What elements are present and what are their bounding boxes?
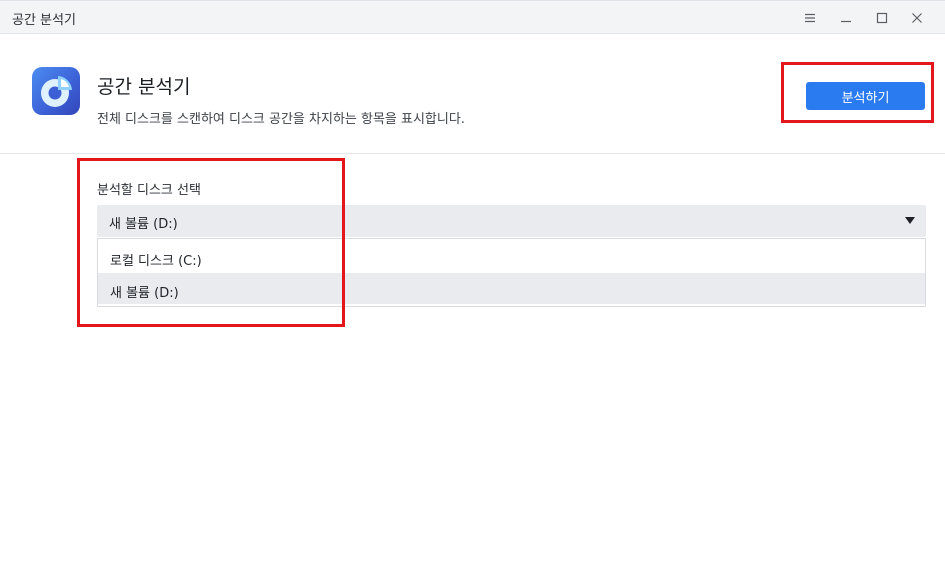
disk-select[interactable]: 새 볼륨 (D:) <box>97 205 926 237</box>
menu-icon[interactable] <box>795 4 825 32</box>
disk-dropdown-list: 로컬 디스크 (C:) 새 볼륨 (D:) <box>97 238 926 307</box>
page-subtitle: 전체 디스크를 스캔하여 디스크 공간을 차지하는 항목을 표시합니다. <box>97 112 465 127</box>
option-label: 로컬 디스크 (C:) <box>110 254 202 269</box>
close-icon[interactable] <box>902 4 932 32</box>
disk-select-value: 새 볼륨 (D:) <box>109 217 178 232</box>
page-header: 공간 분석기 전체 디스크를 스캔하여 디스크 공간을 차지하는 항목을 표시합… <box>0 34 945 154</box>
disk-select-label: 분석할 디스크 선택 <box>97 183 201 198</box>
dropdown-option-d-drive[interactable]: 새 볼륨 (D:) <box>98 273 925 304</box>
title-bar: 공간 분석기 <box>0 0 945 34</box>
maximize-icon[interactable] <box>867 4 897 32</box>
dropdown-option-c-drive[interactable]: 로컬 디스크 (C:) <box>98 241 925 272</box>
analyze-button[interactable]: 분석하기 <box>806 82 925 110</box>
window-title: 공간 분석기 <box>12 13 76 28</box>
minimize-icon[interactable] <box>831 4 861 32</box>
option-label: 새 볼륨 (D:) <box>110 286 179 301</box>
space-analyzer-app-icon <box>32 67 80 115</box>
caret-down-icon <box>905 217 915 224</box>
page-title: 공간 분석기 <box>97 76 191 98</box>
